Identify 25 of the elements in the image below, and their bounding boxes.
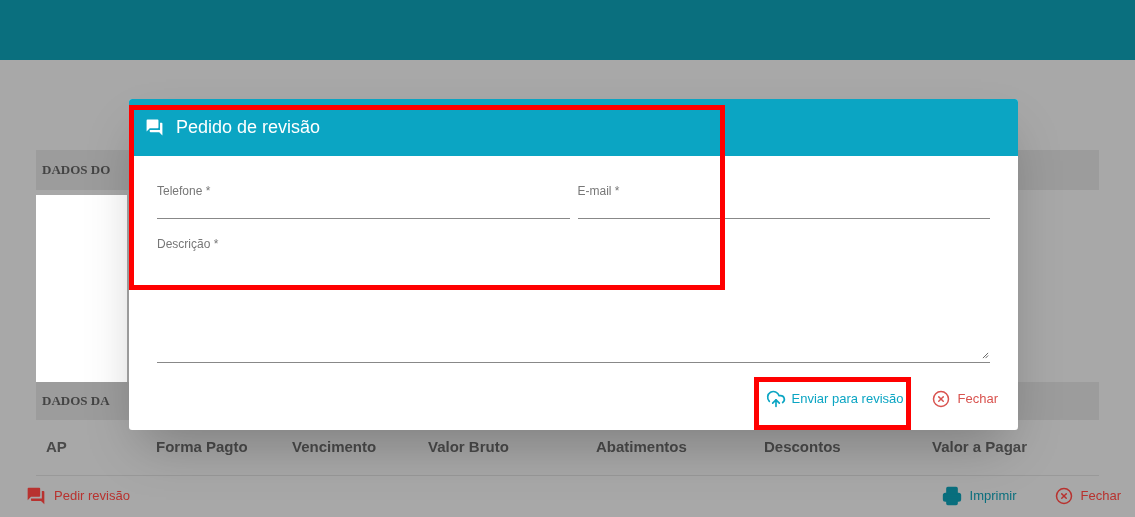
column-header: Abatimentos [596,437,688,458]
column-header: Descontos [764,437,842,458]
section-title: DADOS DO [42,161,111,180]
dialog-title: Pedido de revisão [176,116,321,139]
request-review-button[interactable]: Pedir revisão [26,486,130,506]
close-icon [1054,487,1073,505]
description-field[interactable]: Descrição * [157,235,990,363]
column-header: Vencimento [292,437,378,458]
printer-icon [941,486,962,506]
chat-icon [145,118,164,137]
section-title: DADOS DA [42,392,110,411]
print-button[interactable]: Imprimir [941,486,1017,506]
cloud-upload-icon [765,389,786,409]
send-button[interactable]: Enviar para revisão [765,389,904,409]
column-header: Forma Pagto [156,437,249,458]
resize-grip-icon[interactable] [982,352,989,359]
close-button[interactable]: Fechar [1054,486,1121,506]
close-icon [931,390,950,408]
input-field[interactable]: E-mail * [577,182,990,219]
column-header: AP [46,437,68,458]
input-field[interactable]: Telefone * [157,182,570,219]
column-header: Valor a Pagar [932,437,1029,458]
close-button[interactable]: Fechar [931,389,998,409]
chat-icon [26,486,46,506]
column-header: Valor Bruto [428,437,510,458]
